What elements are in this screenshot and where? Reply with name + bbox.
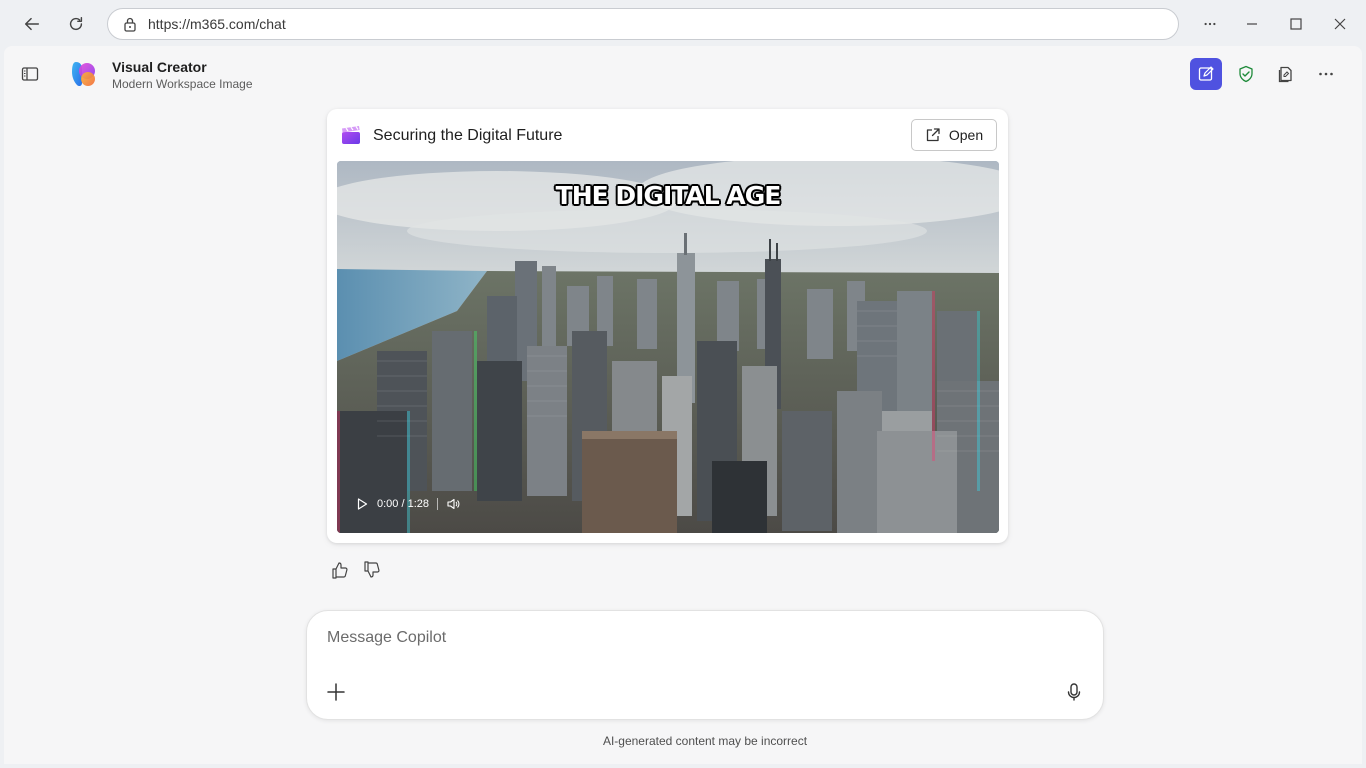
app-subtitle: Modern Workspace Image — [112, 77, 253, 91]
add-attachment-button[interactable] — [325, 681, 347, 703]
top-actions — [1190, 58, 1342, 90]
refresh-icon — [69, 16, 83, 31]
play-icon — [357, 498, 368, 510]
maximize-icon — [1290, 18, 1302, 30]
minimize-icon — [1247, 23, 1257, 25]
browser-toolbar: https://m365.com/chat — [0, 0, 1366, 46]
video-player[interactable]: THE DIGITAL AGE 0:00 / 1:28 — [337, 161, 999, 533]
lock-icon — [122, 16, 138, 32]
shield-check-icon — [1239, 65, 1253, 83]
play-button[interactable] — [355, 497, 369, 511]
message-input[interactable] — [327, 625, 1067, 651]
open-button-label: Open — [948, 127, 984, 143]
video-time: 0:00 / 1:28 — [377, 498, 429, 510]
thumbs-down-button[interactable] — [362, 560, 382, 580]
open-external-icon — [926, 128, 940, 142]
feedback-row — [330, 560, 382, 580]
ai-disclaimer: AI-generated content may be incorrect — [602, 734, 808, 748]
controls-divider — [437, 498, 438, 510]
sidebar-icon — [21, 67, 39, 81]
volume-button[interactable] — [446, 497, 460, 511]
message-composer — [306, 610, 1104, 720]
clapperboard-icon — [341, 125, 361, 145]
new-chat-icon — [1198, 66, 1214, 81]
app-title: Visual Creator — [112, 59, 207, 75]
url-text: https://m365.com/chat — [148, 16, 286, 32]
city-skyline-image — [337, 161, 999, 533]
close-icon — [1334, 18, 1346, 30]
app-logo — [68, 58, 100, 90]
minimize-button[interactable] — [1236, 8, 1268, 40]
browser-menu-button[interactable] — [1194, 8, 1226, 40]
speaker-icon — [447, 498, 460, 510]
refresh-button[interactable] — [60, 8, 92, 40]
more-icon — [1204, 22, 1216, 26]
card-title: Securing the Digital Future — [373, 127, 563, 144]
maximize-button[interactable] — [1280, 8, 1312, 40]
protection-button[interactable] — [1230, 58, 1262, 90]
app-more-button[interactable] — [1310, 58, 1342, 90]
microphone-button[interactable] — [1063, 681, 1085, 703]
video-controls: 0:00 / 1:28 — [355, 493, 460, 515]
sidebar-toggle-button[interactable] — [18, 62, 42, 86]
close-button[interactable] — [1324, 8, 1356, 40]
app-surface: Visual Creator Modern Workspace Image Se… — [4, 46, 1362, 764]
plus-icon — [327, 683, 345, 701]
open-button[interactable]: Open — [911, 119, 997, 151]
thumbs-down-icon — [364, 561, 380, 578]
media-card: Securing the Digital Future Open THE DIG… — [327, 109, 1008, 543]
thumbs-up-icon — [332, 562, 348, 579]
new-chat-button[interactable] — [1190, 58, 1222, 90]
more-icon — [1319, 72, 1333, 76]
microphone-icon — [1067, 683, 1081, 701]
notebook-button[interactable] — [1270, 58, 1302, 90]
notebook-icon — [1278, 66, 1292, 83]
address-bar[interactable]: https://m365.com/chat — [107, 8, 1179, 40]
video-overlay-title: THE DIGITAL AGE — [555, 181, 782, 210]
thumbs-up-button[interactable] — [330, 560, 350, 580]
back-button[interactable] — [16, 8, 48, 40]
back-icon — [24, 17, 40, 31]
